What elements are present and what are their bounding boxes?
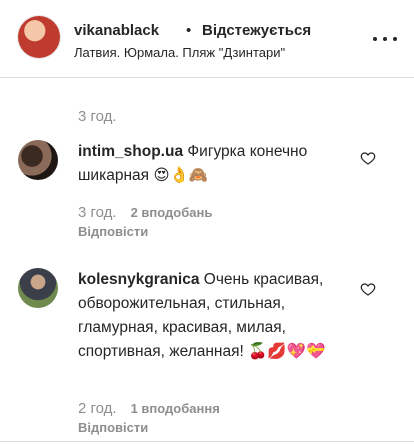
post-header: vikanablack • Відстежується Латвия. Юрма…	[0, 0, 414, 78]
comment-emoji: 🍒💋💖💝	[248, 343, 326, 360]
commenter-username[interactable]: intim_shop.ua	[78, 143, 183, 160]
location-link[interactable]: Латвия. Юрмала. Пляж "Дзинтари"	[74, 45, 285, 60]
following-button[interactable]: Відстежується	[202, 22, 311, 39]
previous-comment-timestamp: 3 год.	[78, 108, 117, 125]
commenter-username[interactable]: kolesnykgranica	[78, 271, 199, 288]
comment-meta: 3 год. 2 вподобань	[78, 204, 212, 221]
comment-time: 3 год.	[78, 204, 117, 221]
comment-time: 2 год.	[78, 400, 117, 417]
comment-likes[interactable]: 1 вподобання	[131, 401, 220, 416]
like-heart-icon[interactable]	[360, 281, 376, 297]
comment-emoji: 😍👌🙈	[153, 167, 209, 184]
comment-likes[interactable]: 2 вподобань	[131, 205, 213, 220]
comment-body: kolesnykgranica Очень красивая, обворожи…	[78, 268, 363, 364]
divider	[0, 441, 414, 442]
header-separator: •	[186, 22, 192, 39]
comment-body: intim_shop.ua Фигурка конечно шикарная 😍…	[78, 140, 363, 188]
author-username[interactable]: vikanablack	[74, 22, 159, 39]
more-options-icon[interactable]	[372, 26, 398, 52]
like-heart-icon[interactable]	[360, 150, 376, 166]
comment-meta: 2 год. 1 вподобання	[78, 400, 220, 417]
commenter-avatar[interactable]	[18, 268, 58, 308]
reply-button[interactable]: Відповісти	[78, 224, 148, 239]
reply-button[interactable]: Відповісти	[78, 420, 148, 435]
commenter-avatar[interactable]	[18, 140, 58, 180]
author-avatar[interactable]	[18, 16, 60, 58]
